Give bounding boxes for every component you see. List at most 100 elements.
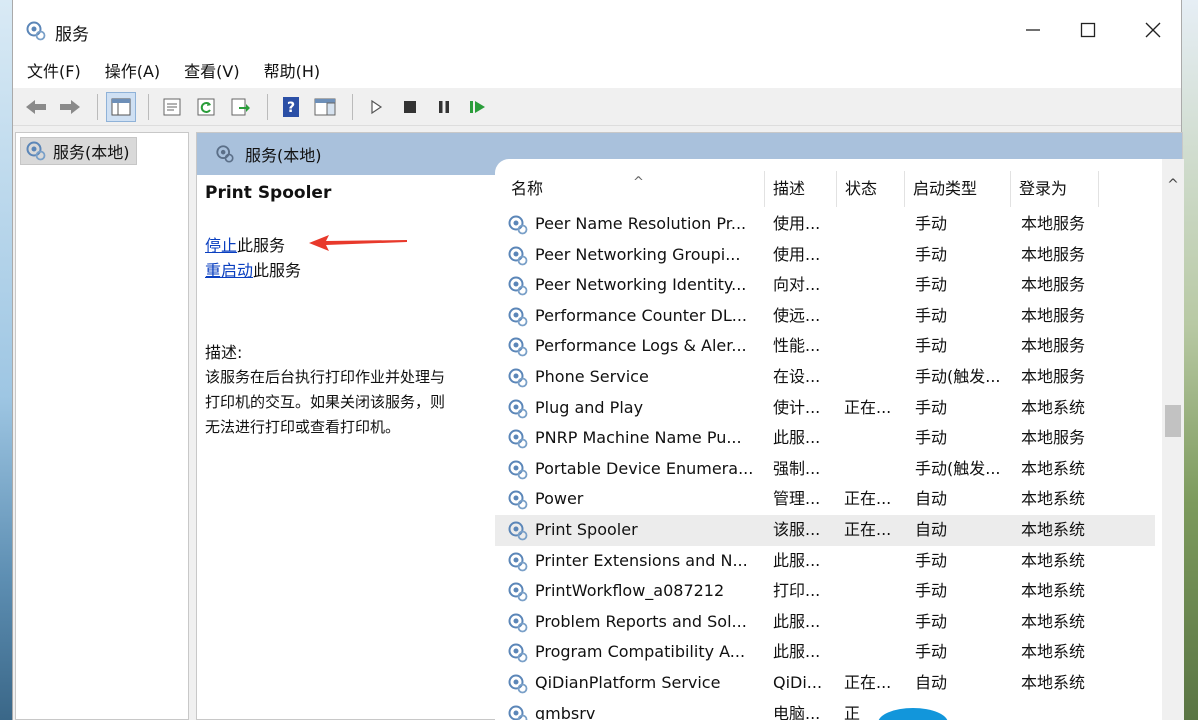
start-service-button[interactable] xyxy=(361,92,391,122)
menu-help[interactable]: 帮助(H) xyxy=(252,56,333,88)
stop-service-button[interactable] xyxy=(395,92,425,122)
service-row[interactable]: Printer Extensions and N... 此服... 手动 本地系统 xyxy=(495,546,1155,577)
service-row[interactable]: Performance Counter DL... 使远... 手动 本地服务 xyxy=(495,301,1155,332)
service-startup-type: 手动 xyxy=(915,550,948,570)
service-status: 正在... xyxy=(844,672,892,692)
menu-action[interactable]: 操作(A) xyxy=(93,56,172,88)
help-button[interactable]: ? xyxy=(276,92,306,122)
service-row[interactable]: Portable Device Enumera... 强制... 手动(触发... 本… xyxy=(495,454,1155,485)
toolbar-separator xyxy=(97,93,98,120)
minimize-button[interactable] xyxy=(1013,14,1053,46)
stop-service-link[interactable]: 停止 xyxy=(205,236,237,255)
service-startup-type: 手动 xyxy=(915,581,948,601)
service-description-cell: 使计... xyxy=(773,397,821,417)
service-logon-as: 本地系统 xyxy=(1021,642,1086,662)
service-row[interactable]: Power 管理... 正在... 自动 本地系统 xyxy=(495,484,1155,515)
service-startup-type: 手动(触发... xyxy=(915,366,1001,386)
service-name: PrintWorkflow_a087212 xyxy=(535,581,725,601)
forward-button[interactable] xyxy=(55,92,85,122)
minimize-icon xyxy=(1026,29,1040,31)
service-logon-as: 本地服务 xyxy=(1021,336,1086,356)
service-gear-icon xyxy=(508,307,528,327)
selected-service-title: Print Spooler xyxy=(205,183,332,203)
service-status: 正在... xyxy=(844,489,892,509)
window-title: 服务 xyxy=(55,25,89,45)
back-button[interactable] xyxy=(21,92,51,122)
service-row[interactable]: PrintWorkflow_a087212 打印... 手动 本地系统 xyxy=(495,576,1155,607)
service-gear-icon xyxy=(508,276,528,296)
service-logon-as: 本地系统 xyxy=(1021,519,1086,539)
column-header-name[interactable]: 名称 ^ xyxy=(505,171,765,207)
restart-service-action: 重启动此服务 xyxy=(205,258,490,283)
pause-service-button[interactable] xyxy=(429,92,459,122)
service-row[interactable]: Problem Reports and Sol... 此服... 手动 本地系统 xyxy=(495,607,1155,638)
service-description-cell: 此服... xyxy=(773,550,821,570)
column-header-logon-as[interactable]: 登录为 xyxy=(1013,171,1099,207)
close-button[interactable] xyxy=(1133,14,1173,46)
service-description-cell: 性能... xyxy=(773,336,821,356)
refresh-button[interactable] xyxy=(191,92,221,122)
menu-file[interactable]: 文件(F) xyxy=(15,56,93,88)
title-bar: 服务 xyxy=(13,0,1181,56)
service-logon-as: 本地系统 xyxy=(1021,581,1086,601)
export-list-icon xyxy=(231,98,250,115)
service-logon-as: 本地服务 xyxy=(1021,305,1086,325)
service-description-cell: 此服... xyxy=(773,428,821,448)
service-row[interactable]: qmbsrv 电脑... 正 xyxy=(495,699,1155,720)
service-startup-type: 手动 xyxy=(915,642,948,662)
service-gear-icon xyxy=(508,674,528,694)
service-startup-type: 手动 xyxy=(915,336,948,356)
service-logon-as: 本地系统 xyxy=(1021,458,1086,478)
restart-service-link[interactable]: 重启动 xyxy=(205,261,253,280)
service-description-cell: 使远... xyxy=(773,305,821,325)
service-row[interactable]: Peer Name Resolution Pr... 使用... 手动 本地服务 xyxy=(495,209,1155,240)
service-row[interactable]: Phone Service 在设... 手动(触发... 本地服务 xyxy=(495,362,1155,393)
service-row[interactable]: Program Compatibility A... 此服... 手动 本地系统 xyxy=(495,637,1155,668)
service-name: Problem Reports and Sol... xyxy=(535,611,747,631)
toolbar: ? xyxy=(13,88,1181,126)
service-row[interactable]: Print Spooler 该服... 正在... 自动 本地系统 xyxy=(495,514,1155,546)
column-header-status[interactable]: 状态 xyxy=(839,171,905,207)
scrollbar-thumb[interactable] xyxy=(1165,405,1181,437)
export-list-button[interactable] xyxy=(225,92,255,122)
service-name: Plug and Play xyxy=(535,397,644,417)
service-name: QiDianPlatform Service xyxy=(535,672,721,692)
tree-item-services-local[interactable]: 服务(本地) xyxy=(20,137,137,165)
service-description-cell: 向对... xyxy=(773,275,821,295)
maximize-button[interactable] xyxy=(1068,14,1108,46)
restart-service-suffix: 此服务 xyxy=(253,261,302,280)
service-name: Phone Service xyxy=(535,366,649,386)
service-startup-type: 手动 xyxy=(915,275,948,295)
help-icon: ? xyxy=(283,96,299,117)
service-description: 该服务在后台执行打印作业并处理与 打印机的交互。如果关闭该服务，则 无法进行打印… xyxy=(205,365,490,440)
service-name: Power xyxy=(535,489,584,509)
service-description-cell: 使用... xyxy=(773,244,821,264)
scroll-up-icon[interactable]: ^ xyxy=(1162,177,1184,193)
column-header-startup-type[interactable]: 启动类型 xyxy=(907,171,1011,207)
service-row[interactable]: Performance Logs & Aler... 性能... 手动 本地服务 xyxy=(495,331,1155,362)
vertical-scrollbar[interactable]: ^ xyxy=(1162,159,1184,720)
description-label: 描述: xyxy=(205,343,243,362)
service-name: Performance Counter DL... xyxy=(535,305,747,325)
show-hide-tree-button[interactable] xyxy=(106,91,136,122)
menu-view[interactable]: 查看(V) xyxy=(172,56,251,88)
service-startup-type: 自动 xyxy=(915,672,948,692)
service-startup-type: 手动 xyxy=(915,397,948,417)
stop-service-suffix: 此服务 xyxy=(237,236,286,255)
service-row[interactable]: Peer Networking Groupi... 使用... 手动 本地服务 xyxy=(495,240,1155,271)
properties-button[interactable] xyxy=(157,92,187,122)
service-row[interactable]: QiDianPlatform Service QiDi... 正在... 自动 本地系统 xyxy=(495,668,1155,699)
service-startup-type: 手动 xyxy=(915,214,948,233)
service-description-cell: 管理... xyxy=(773,489,821,509)
service-description-cell: 强制... xyxy=(773,458,821,478)
service-row[interactable]: Peer Networking Identity... 向对... 手动 本地服务 xyxy=(495,270,1155,301)
column-header-description[interactable]: 描述 xyxy=(767,171,837,207)
column-headers: 名称 ^ 描述 状态 启动类型 登录为 xyxy=(495,171,1155,207)
restart-service-button[interactable] xyxy=(463,92,493,122)
service-logon-as: 本地服务 xyxy=(1021,275,1086,295)
service-row[interactable]: Plug and Play 使计... 正在... 手动 本地系统 xyxy=(495,393,1155,424)
service-logon-as: 本地服务 xyxy=(1021,428,1086,448)
service-row[interactable]: PNRP Machine Name Pu... 此服... 手动 本地服务 xyxy=(495,423,1155,454)
show-action-pane-button[interactable] xyxy=(310,92,340,122)
show-action-pane-icon xyxy=(314,98,336,115)
